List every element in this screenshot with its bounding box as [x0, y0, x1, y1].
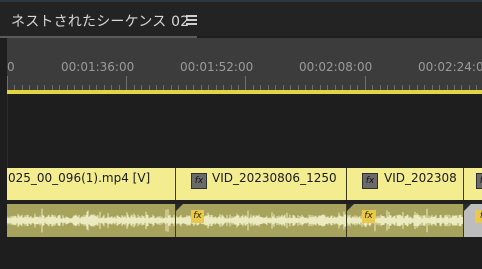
- empty-track-area-bottom: [0, 237, 482, 269]
- sequence-tab-bar: ネストされたシーケンス 02: [0, 2, 482, 38]
- fx-badge-icon[interactable]: fx: [191, 210, 204, 223]
- ruler-timecode: 00:02:08:00: [299, 60, 373, 74]
- fx-badge-icon[interactable]: fx: [476, 173, 482, 189]
- video-clip[interactable]: 025_00_096(1).mp4 [V]: [7, 168, 176, 200]
- fx-badge-icon[interactable]: fx: [362, 173, 378, 189]
- clip-corner-marker: [176, 204, 183, 211]
- clip-corner-marker: [347, 204, 354, 211]
- clip-name: VID_20230806_1250: [212, 171, 337, 185]
- fx-badge-icon[interactable]: fx: [362, 210, 375, 223]
- hamburger-menu-icon[interactable]: [186, 15, 198, 25]
- fx-badge-icon[interactable]: fx: [191, 173, 207, 189]
- time-ruler[interactable]: 0 00:01:36:00 00:01:52:00 00:02:08:00 00…: [7, 38, 482, 90]
- audio-clip[interactable]: fx: [347, 204, 464, 237]
- clip-name: 025_00_096(1).mp4 [V]: [8, 171, 151, 185]
- waveform-path: [7, 208, 175, 233]
- video-clip[interactable]: fx VID_202308: [347, 168, 464, 200]
- fx-badge-icon[interactable]: f: [475, 210, 482, 223]
- ruler-timecode: 00:01:36:00: [61, 60, 135, 74]
- sequence-tab-title[interactable]: ネストされたシーケンス 02: [11, 11, 189, 31]
- ruler-start-label: 0: [7, 60, 15, 74]
- ruler-tick: [7, 76, 8, 90]
- empty-track-area: [0, 94, 482, 168]
- video-clip[interactable]: fx VID_20230806_1250: [176, 168, 347, 200]
- audio-clip[interactable]: fx: [176, 204, 347, 237]
- video-clip[interactable]: fx: [464, 168, 482, 200]
- audio-waveform: [7, 208, 175, 233]
- ruler-tick: [126, 76, 128, 90]
- ruler-timecode: 00:02:24:0: [418, 60, 482, 74]
- ruler-tick: [364, 76, 366, 90]
- ruler-tick: [245, 76, 247, 90]
- audio-clip[interactable]: [7, 204, 176, 237]
- clip-corner-marker: [464, 204, 471, 211]
- clip-name: VID_202308: [384, 171, 457, 185]
- ruler-timecode: 00:01:52:00: [180, 60, 254, 74]
- audio-clip[interactable]: f: [464, 204, 482, 237]
